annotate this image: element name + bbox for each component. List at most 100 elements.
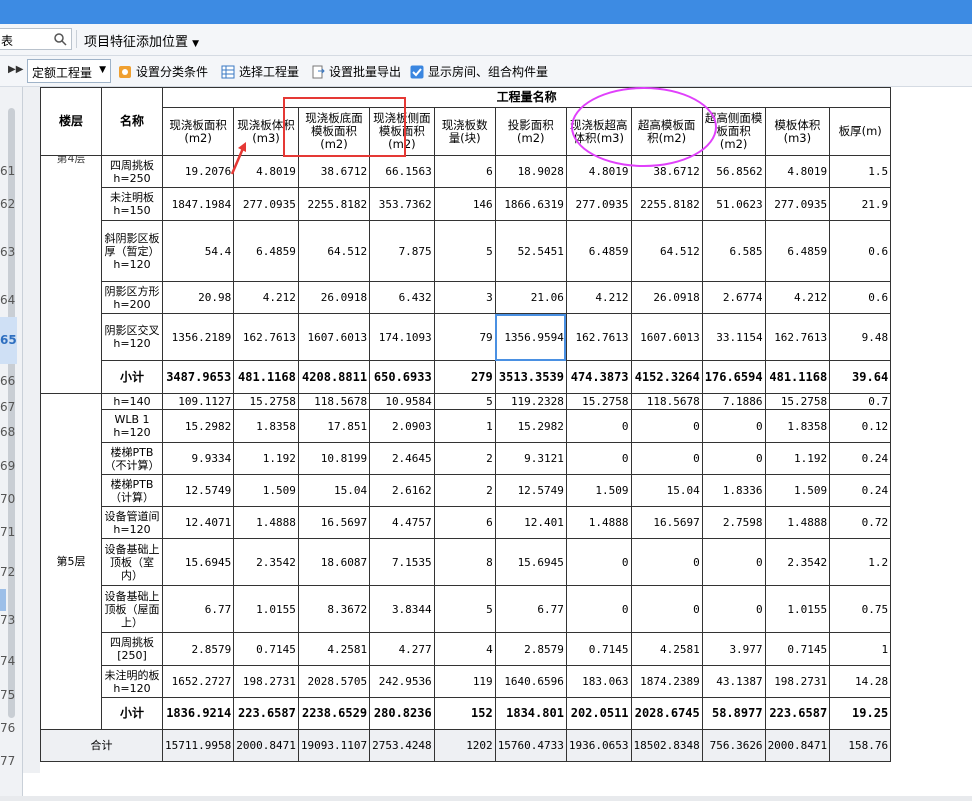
value-cell[interactable]: 4.2581 xyxy=(630,632,703,666)
row-number[interactable]: 65 xyxy=(0,317,17,364)
value-cell[interactable]: 1.509 xyxy=(565,474,632,507)
value-cell[interactable]: 0.7 xyxy=(829,393,892,410)
floor-cell[interactable]: 第5层 xyxy=(40,393,102,730)
name-cell[interactable]: 阴影区方形h=200 xyxy=(101,281,163,314)
value-cell[interactable]: 6 xyxy=(433,506,496,539)
value-cell[interactable]: 4152.3264 xyxy=(630,360,703,394)
value-cell[interactable]: 7.1535 xyxy=(369,538,435,586)
value-cell[interactable]: 9.48 xyxy=(829,313,892,361)
value-cell[interactable]: 4 xyxy=(433,632,496,666)
value-cell[interactable]: 3513.3539 xyxy=(494,360,567,394)
value-cell[interactable]: 118.5678 xyxy=(297,393,371,410)
row-number[interactable]: 71 xyxy=(0,516,17,548)
value-cell[interactable]: 202.0511 xyxy=(565,697,632,730)
value-cell[interactable]: 109.1127 xyxy=(161,393,235,410)
value-cell[interactable]: 4.212 xyxy=(764,281,831,314)
row-number[interactable]: 77 xyxy=(0,745,17,777)
row-number[interactable]: 75 xyxy=(0,679,17,711)
name-cell[interactable]: h=140 xyxy=(101,393,163,410)
value-cell[interactable]: 15711.9958 xyxy=(161,729,235,762)
value-cell[interactable]: 1.0155 xyxy=(233,585,299,633)
value-cell[interactable]: 0 xyxy=(701,538,766,586)
value-cell[interactable]: 64.512 xyxy=(297,220,371,282)
value-cell[interactable]: 6.77 xyxy=(161,585,235,633)
name-cell[interactable]: 楼梯PTB（不计算） xyxy=(101,442,163,475)
value-cell[interactable]: 2000.8471 xyxy=(233,729,299,762)
value-cell[interactable]: 58.8977 xyxy=(701,697,766,730)
name-cell[interactable]: 四周挑板[250] xyxy=(101,632,163,666)
value-cell[interactable]: 64.512 xyxy=(630,220,703,282)
value-cell[interactable]: 15.2758 xyxy=(764,393,831,410)
value-cell[interactable]: 162.7613 xyxy=(565,313,632,361)
value-cell[interactable]: 0.24 xyxy=(829,474,892,507)
value-cell[interactable]: 12.401 xyxy=(494,506,567,539)
name-cell[interactable]: 未注明的板h=120 xyxy=(101,665,163,698)
value-cell[interactable]: 0.75 xyxy=(829,585,892,633)
value-cell[interactable]: 1 xyxy=(829,632,892,666)
value-cell[interactable]: 223.6587 xyxy=(233,697,299,730)
value-cell[interactable]: 1.192 xyxy=(233,442,299,475)
row-number[interactable]: 74 xyxy=(0,645,17,678)
value-cell[interactable]: 6.77 xyxy=(494,585,567,633)
name-cell[interactable]: 设备基础上顶板（室内） xyxy=(101,538,163,586)
value-cell[interactable]: 0 xyxy=(565,585,632,633)
value-cell[interactable]: 650.6933 xyxy=(369,360,435,394)
value-cell[interactable]: 10.8199 xyxy=(297,442,371,475)
value-cell[interactable]: 4.277 xyxy=(369,632,435,666)
value-cell[interactable]: 2.6162 xyxy=(369,474,435,507)
name-cell[interactable]: 阴影区交叉h=120 xyxy=(101,313,163,361)
value-cell[interactable]: 2.8579 xyxy=(494,632,567,666)
row-number[interactable]: 66 xyxy=(0,365,17,398)
value-cell[interactable]: 1640.6596 xyxy=(494,665,567,698)
value-cell[interactable]: 0 xyxy=(565,442,632,475)
value-cell[interactable]: 176.6594 xyxy=(701,360,766,394)
value-cell[interactable]: 152 xyxy=(433,697,496,730)
value-cell[interactable]: 277.0935 xyxy=(565,187,632,221)
value-cell[interactable]: 12.5749 xyxy=(494,474,567,507)
name-cell[interactable]: 小计 xyxy=(101,360,163,394)
value-cell[interactable]: 14.28 xyxy=(829,665,892,698)
value-cell[interactable]: 79 xyxy=(433,313,496,361)
set-category-button[interactable]: 设置分类条件 xyxy=(118,63,208,80)
value-cell[interactable]: 1936.0653 xyxy=(565,729,632,762)
value-cell[interactable]: 4.212 xyxy=(565,281,632,314)
value-cell[interactable]: 0 xyxy=(565,409,632,443)
value-cell[interactable]: 2.8579 xyxy=(161,632,235,666)
value-cell[interactable]: 2 xyxy=(433,442,496,475)
value-cell[interactable]: 4.212 xyxy=(233,281,299,314)
value-cell[interactable]: 7.875 xyxy=(369,220,435,282)
value-cell[interactable]: 51.0623 xyxy=(701,187,766,221)
name-cell[interactable]: 四周挑板h=250 xyxy=(101,155,163,188)
value-cell[interactable]: 1607.6013 xyxy=(630,313,703,361)
value-cell[interactable]: 18.6087 xyxy=(297,538,371,586)
value-cell[interactable]: 4208.8811 xyxy=(297,360,371,394)
value-cell[interactable]: 1.8358 xyxy=(233,409,299,443)
row-number[interactable]: 73 xyxy=(0,597,17,644)
value-cell[interactable]: 26.0918 xyxy=(297,281,371,314)
value-cell[interactable]: 0 xyxy=(630,585,703,633)
value-cell[interactable]: 6.4859 xyxy=(565,220,632,282)
value-cell[interactable]: 756.3626 xyxy=(701,729,766,762)
value-cell[interactable]: 0.24 xyxy=(829,442,892,475)
value-cell[interactable]: 56.8562 xyxy=(701,155,766,188)
value-cell[interactable]: 6.4859 xyxy=(233,220,299,282)
value-cell[interactable]: 15.04 xyxy=(297,474,371,507)
value-cell[interactable]: 1607.6013 xyxy=(297,313,371,361)
value-cell[interactable]: 1.5 xyxy=(829,155,892,188)
value-cell[interactable]: 5 xyxy=(433,220,496,282)
value-cell[interactable]: 481.1168 xyxy=(233,360,299,394)
value-cell[interactable]: 15.2982 xyxy=(494,409,567,443)
value-cell[interactable]: 2 xyxy=(433,474,496,507)
value-cell[interactable]: 1.192 xyxy=(764,442,831,475)
value-cell[interactable]: 1.4888 xyxy=(233,506,299,539)
value-cell[interactable]: 0.7145 xyxy=(565,632,632,666)
value-cell[interactable]: 474.3873 xyxy=(565,360,632,394)
name-cell[interactable]: 合计 xyxy=(40,729,163,762)
value-cell[interactable]: 0.12 xyxy=(829,409,892,443)
value-cell[interactable]: 242.9536 xyxy=(369,665,435,698)
value-cell[interactable]: 26.0918 xyxy=(630,281,703,314)
value-cell[interactable]: 66.1563 xyxy=(369,155,435,188)
value-cell[interactable]: 158.76 xyxy=(829,729,892,762)
value-cell[interactable]: 1874.2389 xyxy=(630,665,703,698)
value-cell[interactable]: 3.8344 xyxy=(369,585,435,633)
